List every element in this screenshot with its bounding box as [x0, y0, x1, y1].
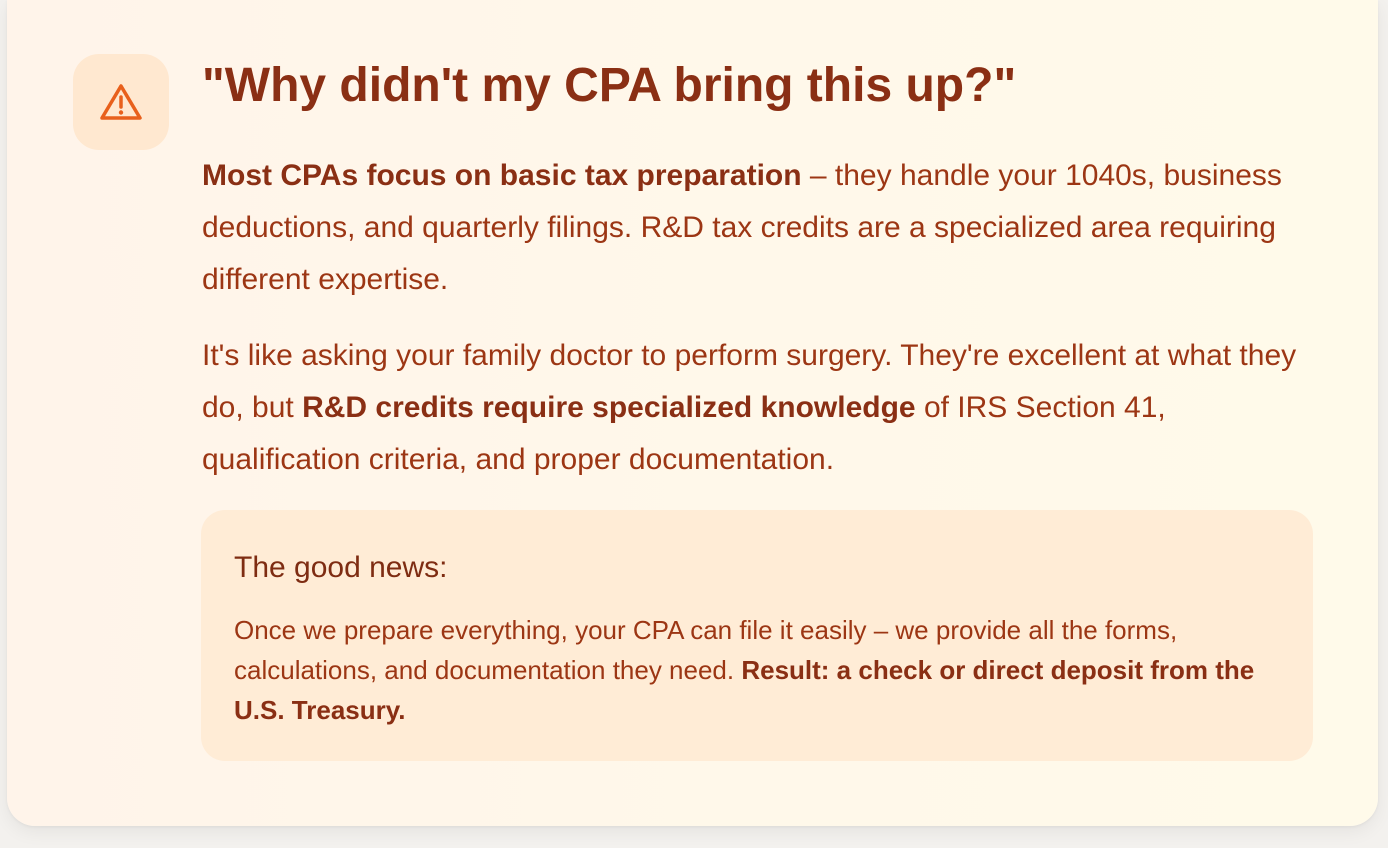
section-title: "Why didn't my CPA bring this up?" — [202, 59, 1017, 112]
callout-text: Once we prepare everything, your CPA can… — [234, 610, 1274, 730]
analogy-paragraph: It's like asking your family doctor to p… — [202, 330, 1317, 486]
emphasis-text: Most CPAs focus on basic tax preparation — [202, 159, 802, 192]
good-news-callout: The good news: Once we prepare everythin… — [201, 510, 1313, 761]
emphasis-text: R&D credits require specialized knowledg… — [302, 391, 916, 424]
callout-title: The good news: — [234, 551, 448, 584]
cpa-faq-card: "Why didn't my CPA bring this up?" Most … — [7, 0, 1378, 826]
warning-icon-container — [73, 54, 169, 150]
explanation-paragraph: Most CPAs focus on basic tax preparation… — [202, 150, 1317, 306]
warning-triangle-icon — [100, 84, 142, 120]
